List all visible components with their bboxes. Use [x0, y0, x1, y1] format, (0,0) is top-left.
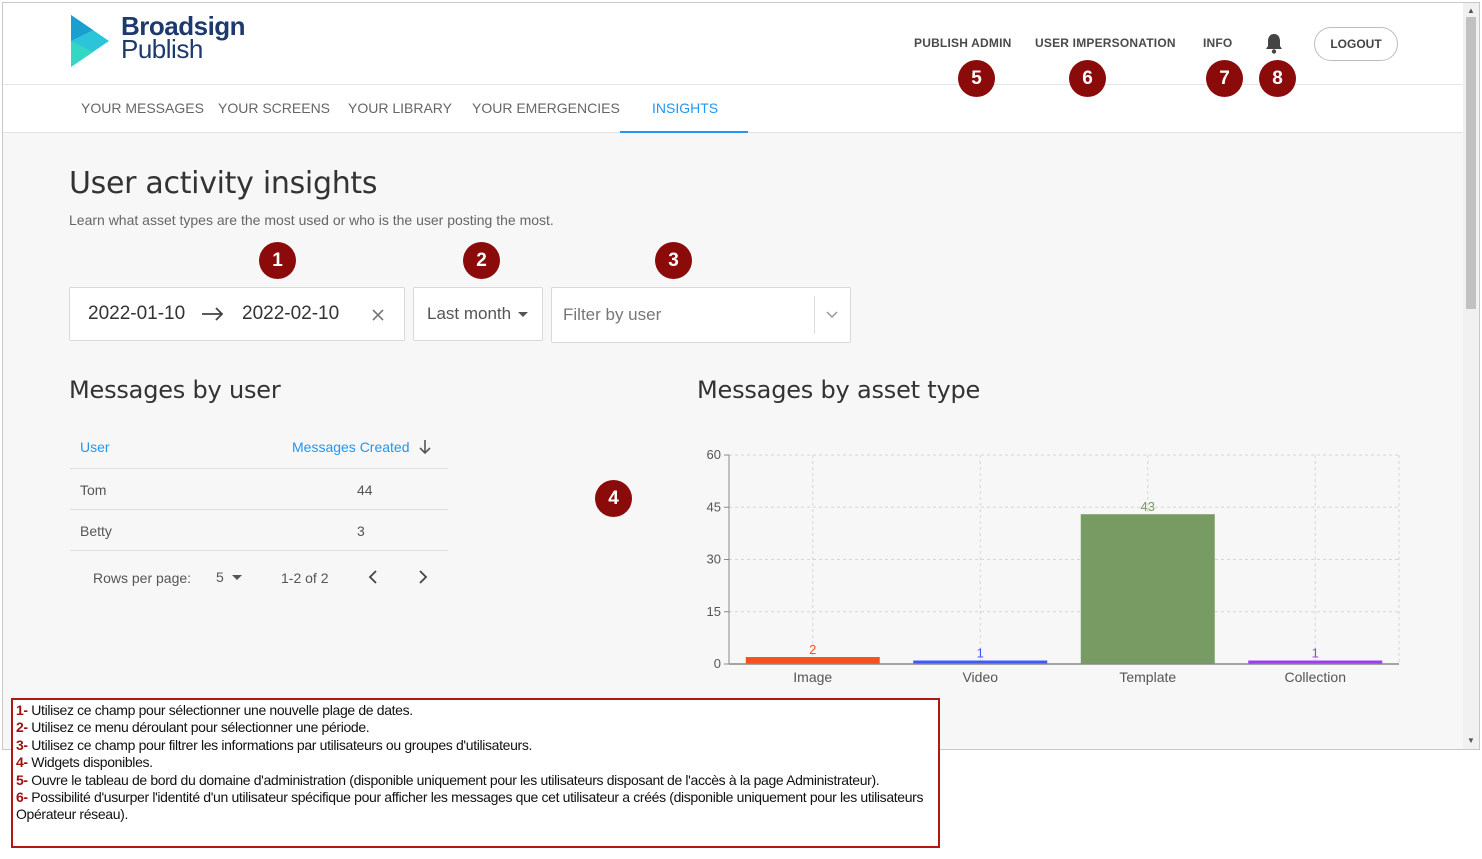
- page-title: User activity insights: [69, 166, 378, 201]
- legend-text: Ouvre le tableau de bord du domaine d'ad…: [27, 771, 880, 788]
- rows-per-page-select[interactable]: 5: [216, 569, 224, 585]
- legend-number: 1-: [16, 702, 28, 718]
- scroll-up-icon[interactable]: ▲: [1467, 6, 1475, 15]
- legend-item-4: 4- Widgets disponibles.: [16, 754, 935, 771]
- legend-number: 3-: [16, 736, 28, 753]
- legend-item-5: 5- Ouvre le tableau de bord du domaine d…: [16, 772, 935, 789]
- marker-8: 8: [1259, 60, 1296, 97]
- marker-3: 3: [655, 242, 692, 279]
- legend-item-2: 2- Utilisez ce menu déroulant pour sélec…: [16, 719, 935, 736]
- date-to-input[interactable]: 2022-02-10: [242, 303, 339, 325]
- legend-item-6: 6- Possibilité d'usurper l'identité d'un…: [16, 789, 935, 824]
- y-tick-label: 60: [707, 447, 721, 462]
- x-tick-label: Image: [793, 669, 832, 685]
- user-filter-placeholder: Filter by user: [563, 305, 662, 324]
- legend-number: 2-: [16, 719, 28, 736]
- legend-text: Widgets disponibles.: [27, 754, 153, 771]
- publish-admin-link[interactable]: PUBLISH ADMIN: [914, 36, 1012, 50]
- tab-your-screens[interactable]: YOUR SCREENS: [218, 100, 330, 116]
- tab-your-messages[interactable]: YOUR MESSAGES: [81, 100, 204, 116]
- x-tick-label: Video: [962, 669, 998, 685]
- data-label: 43: [1141, 499, 1155, 514]
- legend-text: Possibilité d'usurper l'identité d'un ut…: [16, 789, 924, 823]
- table-cell-count: 44: [357, 482, 373, 498]
- table-divider: [70, 509, 448, 510]
- logo-line2: Publish: [121, 34, 203, 64]
- chevron-left-icon[interactable]: [365, 568, 383, 586]
- user-impersonation-link[interactable]: USER IMPERSONATION: [1035, 36, 1176, 50]
- app-window: Broadsign Publish PUBLISH ADMIN USER IMP…: [2, 2, 1480, 750]
- scroll-down-icon[interactable]: ▼: [1467, 736, 1475, 745]
- marker-4: 4: [595, 480, 632, 517]
- date-range-picker[interactable]: 2022-01-10 2022-02-10: [69, 287, 405, 341]
- clear-icon[interactable]: [370, 307, 386, 323]
- bell-icon[interactable]: [1264, 32, 1284, 54]
- chevron-right-icon[interactable]: [413, 568, 431, 586]
- top-bar: Broadsign Publish PUBLISH ADMIN USER IMP…: [3, 3, 1463, 85]
- legend-number: 4-: [16, 754, 28, 771]
- data-label: 2: [809, 642, 816, 657]
- legend-text: Utilisez ce champ pour sélectionner une …: [27, 702, 413, 718]
- y-tick-label: 0: [714, 656, 721, 671]
- y-tick-label: 15: [707, 604, 721, 619]
- messages-by-asset-title: Messages by asset type: [697, 376, 981, 404]
- tab-insights[interactable]: INSIGHTS: [652, 100, 718, 116]
- logo-arrow-icon: [71, 15, 109, 67]
- legend-text: Utilisez ce champ pour filtrer les infor…: [27, 736, 533, 753]
- logo-text: Broadsign Publish: [121, 13, 246, 64]
- separator: [814, 296, 815, 334]
- asset-type-bar-chart: 0 15 30 45 60 2 Image 1 Video 43 Template 1 Collecti…: [707, 447, 1400, 685]
- annotation-legend: 1- Utilisez ce champ pour sélectionner u…: [11, 698, 940, 848]
- table-cell-count: 3: [357, 523, 365, 539]
- arrow-right-icon: [201, 305, 225, 323]
- logout-button[interactable]: LOGOUT: [1314, 27, 1398, 61]
- legend-text: Utilisez ce menu déroulant pour sélectio…: [27, 719, 370, 736]
- chevron-down-icon[interactable]: [824, 306, 840, 322]
- data-label: 1: [1312, 646, 1319, 661]
- sort-descending-icon[interactable]: [418, 439, 432, 455]
- bar-template: [1080, 514, 1215, 664]
- marker-5: 5: [958, 60, 995, 97]
- marker-6: 6: [1069, 60, 1106, 97]
- broadsign-publish-logo[interactable]: Broadsign Publish: [69, 11, 249, 73]
- caret-down-icon: [518, 312, 528, 317]
- active-tab-indicator: [620, 131, 748, 133]
- x-tick-label: Collection: [1285, 669, 1346, 685]
- y-tick-label: 30: [707, 552, 721, 567]
- table-cell-user: Tom: [80, 482, 107, 498]
- vertical-scrollbar[interactable]: ▲ ▼: [1463, 3, 1479, 749]
- data-label: 1: [977, 646, 984, 661]
- legend-number: 5-: [16, 771, 28, 788]
- period-select-value: Last month: [427, 304, 512, 323]
- marker-2: 2: [463, 242, 500, 279]
- marker-1: 1: [259, 242, 296, 279]
- tab-your-emergencies[interactable]: YOUR EMERGENCIES: [472, 100, 620, 116]
- scrollbar-thumb[interactable]: [1466, 17, 1476, 309]
- table-divider: [70, 468, 448, 469]
- bar-image: [745, 657, 880, 664]
- table-divider: [70, 550, 448, 551]
- main-tabs: YOUR MESSAGES YOUR SCREENS YOUR LIBRARY …: [3, 85, 1463, 133]
- user-filter-select[interactable]: Filter by user: [551, 287, 851, 343]
- caret-down-icon[interactable]: [232, 575, 242, 580]
- tab-your-library[interactable]: YOUR LIBRARY: [348, 100, 452, 116]
- x-tick-label: Template: [1119, 669, 1176, 685]
- page-subtitle: Learn what asset types are the most used…: [69, 212, 554, 228]
- info-link[interactable]: INFO: [1203, 36, 1232, 50]
- legend-item-3: 3- Utilisez ce champ pour filtrer les in…: [16, 737, 935, 754]
- rows-per-page-label: Rows per page:: [93, 570, 192, 586]
- column-header-messages-created[interactable]: Messages Created: [292, 439, 410, 455]
- date-from-input[interactable]: 2022-01-10: [88, 303, 185, 325]
- column-header-user[interactable]: User: [80, 439, 110, 455]
- period-select[interactable]: Last month: [413, 287, 543, 341]
- marker-7: 7: [1206, 60, 1243, 97]
- messages-by-user-title: Messages by user: [69, 376, 281, 404]
- legend-item-1: 1- Utilisez ce champ pour sélectionner u…: [16, 702, 935, 719]
- table-cell-user: Betty: [80, 523, 112, 539]
- y-tick-label: 45: [707, 499, 721, 514]
- pagination-range: 1-2 of 2: [281, 570, 329, 586]
- legend-number: 6-: [16, 789, 28, 806]
